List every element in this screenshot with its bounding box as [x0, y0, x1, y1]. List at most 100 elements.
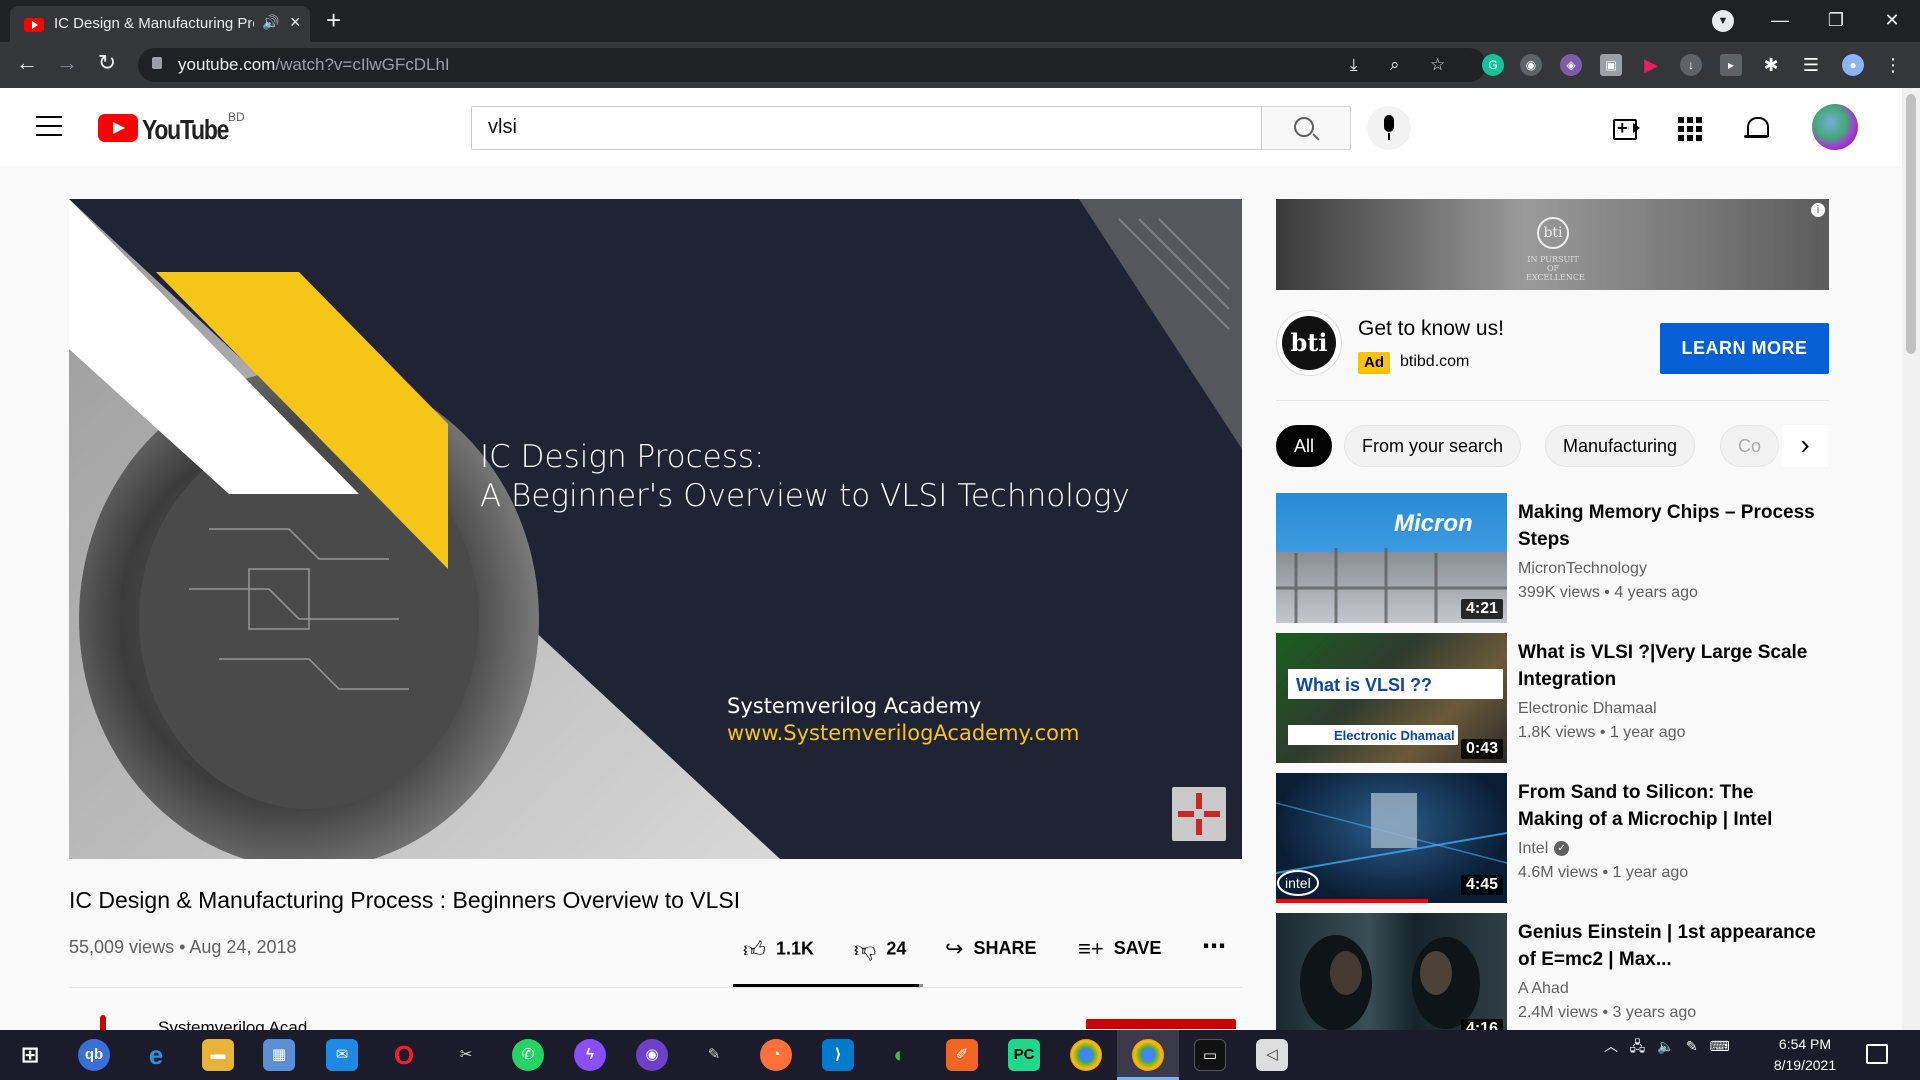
install-icon[interactable]: ⤓: [1350, 55, 1358, 75]
recommended-video[interactable]: 4:16 Genius Einstein | 1st appearance of…: [1276, 913, 1836, 1043]
qbittorrent-icon[interactable]: qb: [78, 1039, 110, 1071]
new-tab-button[interactable]: +: [326, 6, 341, 34]
zoom-icon[interactable]: ⌕: [1390, 55, 1400, 75]
active-taskbar-app[interactable]: [1117, 1030, 1179, 1080]
create-video-icon[interactable]: +: [1611, 114, 1641, 144]
address-bar[interactable]: youtube.com/watch?v=cIlwGFcDLhI ⤓ ⌕ ☆: [138, 48, 1486, 82]
notifications-bell-icon[interactable]: [1742, 114, 1772, 144]
firefox-icon[interactable]: ◔: [760, 1039, 792, 1071]
more-actions-icon[interactable]: ⋯: [1202, 932, 1226, 961]
chrome-icon[interactable]: [1070, 1039, 1102, 1071]
recommended-video[interactable]: Micron 4:21 Making Memory Chips – Proces…: [1276, 493, 1836, 623]
camera-extension-icon[interactable]: ◉: [1520, 54, 1542, 76]
github-icon[interactable]: ◉: [636, 1039, 668, 1071]
messenger-icon[interactable]: ϟ: [574, 1039, 606, 1071]
forward-icon[interactable]: →: [52, 50, 82, 76]
taskbar-clock[interactable]: 6:54 PM 8/19/2021: [1760, 1034, 1850, 1076]
recommended-channel[interactable]: Intel ✓: [1518, 840, 1570, 858]
recommended-title[interactable]: Making Memory Chips – Process Steps: [1518, 499, 1818, 553]
tab-search-icon[interactable]: ▼: [1712, 10, 1734, 32]
search-icon: [1294, 117, 1314, 137]
tab-close-icon[interactable]: ×: [290, 12, 301, 33]
bookmark-star-icon[interactable]: ☆: [1430, 55, 1445, 75]
dislike-button[interactable]: 👎︎ 24: [854, 936, 906, 963]
app-icon[interactable]: ✐: [946, 1039, 978, 1071]
recommended-channel[interactable]: MicronTechnology: [1518, 560, 1647, 578]
recommended-channel[interactable]: Electronic Dhamaal: [1518, 700, 1657, 718]
search-button[interactable]: [1262, 106, 1351, 150]
extension-icon[interactable]: ▸: [1720, 54, 1742, 76]
tab-audio-icon[interactable]: 🔊: [262, 14, 279, 31]
channel-avatar[interactable]: [82, 1012, 122, 1032]
chip-all[interactable]: All: [1276, 425, 1333, 467]
profile-avatar[interactable]: ●: [1842, 54, 1864, 76]
extension-icon[interactable]: ◈: [1560, 54, 1582, 76]
vscode-icon[interactable]: ⟩: [822, 1039, 854, 1071]
hamburger-menu-icon[interactable]: [36, 116, 62, 136]
chrome-icon[interactable]: [1132, 1039, 1164, 1071]
recommended-video[interactable]: What is VLSI ?? Electronic Dhamaal 0:43 …: [1276, 633, 1836, 763]
mail-icon[interactable]: ✉: [326, 1039, 358, 1071]
video-thumbnail[interactable]: What is VLSI ?? Electronic Dhamaal 0:43: [1276, 633, 1507, 763]
video-thumbnail[interactable]: intel 4:45: [1276, 773, 1507, 903]
system-tray[interactable]: ︿ 🖧 🔈 ✎ ⌨: [1604, 1036, 1730, 1060]
file-explorer-icon[interactable]: ▬: [202, 1039, 234, 1071]
apps-grid-icon[interactable]: [1675, 114, 1705, 144]
notifications-icon[interactable]: [1866, 1044, 1888, 1064]
back-icon[interactable]: ←: [12, 50, 42, 76]
recommended-title[interactable]: What is VLSI ?|Very Large Scale Integrat…: [1518, 639, 1818, 693]
recommended-channel[interactable]: A Ahad: [1518, 980, 1569, 998]
close-window-button[interactable]: ✕: [1864, 0, 1920, 40]
grammarly-extension-icon[interactable]: G: [1482, 54, 1504, 76]
whatsapp-icon[interactable]: ✆: [512, 1039, 544, 1071]
snipping-tool-icon[interactable]: ✂: [450, 1039, 482, 1071]
recommended-title[interactable]: From Sand to Silicon: The Making of a Mi…: [1518, 779, 1818, 833]
puzzle-extensions-icon[interactable]: ✱: [1760, 54, 1782, 76]
divider: [69, 987, 1242, 988]
recommended-title[interactable]: Genius Einstein | 1st appearance of E=mc…: [1518, 919, 1818, 973]
search-input[interactable]: vlsi: [471, 106, 1262, 150]
paint-icon[interactable]: ✎: [698, 1039, 730, 1071]
app-icon[interactable]: ◐: [884, 1039, 916, 1071]
reload-icon[interactable]: ↻: [92, 50, 122, 76]
account-avatar[interactable]: [1812, 104, 1858, 150]
subscribe-button[interactable]: [1086, 1019, 1236, 1029]
learn-more-button[interactable]: LEARN MORE: [1660, 323, 1829, 374]
share-button[interactable]: ↪ SHARE: [945, 936, 1036, 962]
menu-kebab-icon[interactable]: ⋮: [1882, 54, 1904, 76]
download-extension-icon[interactable]: ↓: [1680, 54, 1702, 76]
ad-title[interactable]: Get to know us!: [1358, 317, 1504, 341]
page-scrollbar[interactable]: [1902, 88, 1920, 1030]
extension-icon[interactable]: ▣: [1600, 54, 1622, 76]
app-icon[interactable]: ◁: [1256, 1039, 1288, 1071]
reading-list-icon[interactable]: ☰: [1800, 54, 1822, 76]
channel-watermark-icon[interactable]: [1172, 787, 1226, 841]
like-button[interactable]: 👍︎ 1.1K: [743, 936, 814, 963]
pycharm-icon[interactable]: PC: [1008, 1039, 1040, 1071]
store-icon[interactable]: ▦: [263, 1039, 295, 1071]
opera-icon[interactable]: O: [388, 1039, 420, 1071]
restore-button[interactable]: ❐: [1808, 0, 1864, 40]
chip-from-your-search[interactable]: From your search: [1344, 425, 1522, 467]
browser-tab[interactable]: IC Design & Manufacturing Process : Begi…: [10, 6, 310, 42]
video-thumbnail[interactable]: 4:16: [1276, 913, 1507, 1043]
ad-banner-image[interactable]: bti IN PURSUIT OF EXCELLENCE: [1276, 199, 1829, 290]
windows-start-icon[interactable]: ⊞: [14, 1039, 46, 1071]
ad-info-icon[interactable]: i: [1810, 202, 1826, 218]
voice-search-mic-icon[interactable]: [1367, 106, 1411, 150]
recommended-video[interactable]: intel 4:45 From Sand to Silicon: The Mak…: [1276, 773, 1836, 903]
edge-icon[interactable]: e: [140, 1039, 172, 1071]
chip-more[interactable]: Co: [1720, 425, 1780, 467]
chevron-right-icon[interactable]: ›: [1782, 425, 1828, 467]
video-thumbnail[interactable]: Micron 4:21: [1276, 493, 1507, 623]
video-player[interactable]: IC Design Process: A Beginner's Overview…: [69, 199, 1242, 859]
save-button[interactable]: ≡+ SAVE: [1078, 936, 1161, 962]
minimize-button[interactable]: —: [1752, 0, 1808, 40]
play-extension-icon[interactable]: ▶: [1640, 54, 1662, 76]
scrollbar-thumb[interactable]: [1906, 94, 1916, 354]
lock-icon[interactable]: [152, 57, 162, 69]
advertiser-logo[interactable]: bti: [1276, 310, 1342, 376]
channel-name[interactable]: Systemverilog Acad: [158, 1018, 307, 1030]
chip-manufacturing[interactable]: Manufacturing: [1545, 425, 1696, 467]
terminal-icon[interactable]: ▭: [1194, 1039, 1226, 1071]
